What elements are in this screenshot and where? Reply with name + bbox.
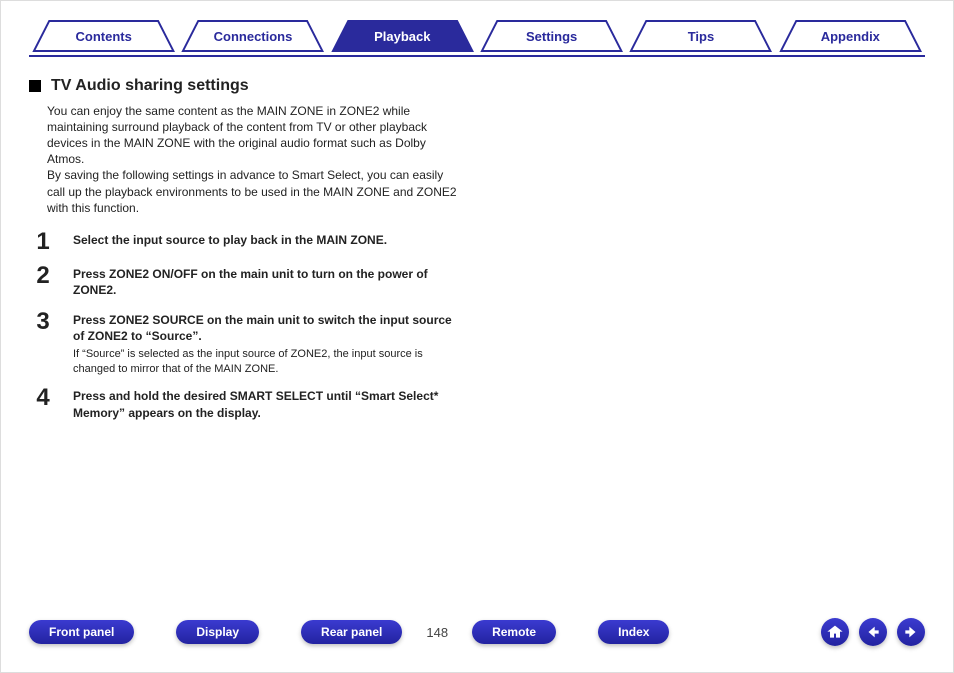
front-panel-button[interactable]: Front panel — [29, 620, 134, 644]
left-column: TV Audio sharing settings You can enjoy … — [29, 71, 477, 614]
tab-settings[interactable]: Settings — [480, 19, 623, 53]
bottom-right-cluster — [821, 618, 925, 646]
step-body: Press ZONE2 ON/OFF on the main unit to t… — [73, 264, 463, 300]
page-number: 148 — [420, 625, 454, 640]
next-page-button[interactable] — [897, 618, 925, 646]
right-column — [477, 71, 925, 614]
section-heading: TV Audio sharing settings — [29, 75, 463, 97]
step-number: 4 — [29, 386, 57, 422]
tab-playback[interactable]: Playback — [331, 19, 474, 53]
step-number: 3 — [29, 310, 57, 376]
tab-label: Playback — [374, 29, 430, 44]
tab-label: Settings — [526, 29, 577, 44]
tab-contents[interactable]: Contents — [32, 19, 175, 53]
display-button[interactable]: Display — [176, 620, 259, 644]
tab-connections[interactable]: Connections — [181, 19, 324, 53]
arrow-left-icon — [865, 624, 881, 640]
step-title: Press ZONE2 SOURCE on the main unit to s… — [73, 312, 463, 344]
tab-label: Appendix — [821, 29, 880, 44]
bottom-bar: Front panel Display Rear panel 148 Remot… — [29, 614, 925, 650]
prev-page-button[interactable] — [859, 618, 887, 646]
rear-panel-button[interactable]: Rear panel — [301, 620, 402, 644]
tab-appendix[interactable]: Appendix — [779, 19, 922, 53]
step-title: Press ZONE2 ON/OFF on the main unit to t… — [73, 266, 463, 298]
step-note: If “Source” is selected as the input sou… — [73, 347, 463, 377]
step-item: 2 Press ZONE2 ON/OFF on the main unit to… — [29, 264, 463, 300]
home-button[interactable] — [821, 618, 849, 646]
step-body: Press ZONE2 SOURCE on the main unit to s… — [73, 310, 463, 376]
arrow-right-icon — [903, 624, 919, 640]
step-number: 2 — [29, 264, 57, 300]
manual-page: Contents Connections Playback Settings T… — [0, 0, 954, 673]
section-title-text: TV Audio sharing settings — [51, 75, 249, 97]
tab-label: Tips — [688, 29, 715, 44]
tab-label: Contents — [75, 29, 131, 44]
tab-tips[interactable]: Tips — [629, 19, 772, 53]
step-item: 3 Press ZONE2 SOURCE on the main unit to… — [29, 310, 463, 376]
remote-button[interactable]: Remote — [472, 620, 556, 644]
step-number: 1 — [29, 230, 57, 254]
square-bullet-icon — [29, 80, 41, 92]
top-tab-row: Contents Connections Playback Settings T… — [29, 19, 925, 53]
step-item: 4 Press and hold the desired SMART SELEC… — [29, 386, 463, 422]
content-area: TV Audio sharing settings You can enjoy … — [29, 71, 925, 614]
step-title: Press and hold the desired SMART SELECT … — [73, 388, 463, 420]
section-intro: You can enjoy the same content as the MA… — [47, 103, 463, 216]
index-button[interactable]: Index — [598, 620, 669, 644]
step-body: Select the input source to play back in … — [73, 230, 463, 254]
home-icon — [827, 624, 843, 640]
step-item: 1 Select the input source to play back i… — [29, 230, 463, 254]
tab-label: Connections — [214, 29, 293, 44]
step-title: Select the input source to play back in … — [73, 232, 463, 248]
step-list: 1 Select the input source to play back i… — [29, 230, 463, 423]
tab-underline — [29, 55, 925, 57]
bottom-mid-cluster: Remote Index — [472, 620, 669, 644]
bottom-left-cluster: Front panel Display Rear panel — [29, 620, 402, 644]
step-body: Press and hold the desired SMART SELECT … — [73, 386, 463, 422]
